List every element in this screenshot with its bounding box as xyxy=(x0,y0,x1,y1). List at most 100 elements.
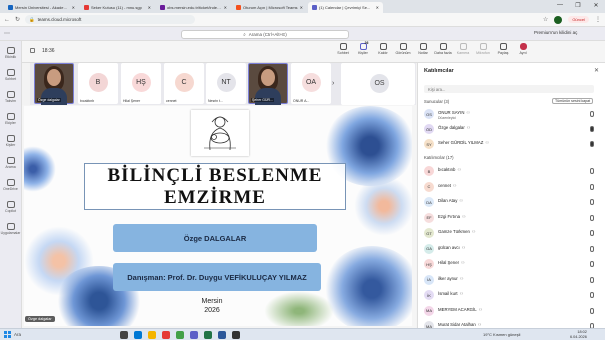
taskbar-clock[interactable]: 18:02 6.04.2026 xyxy=(570,330,587,340)
mic-off-icon[interactable] xyxy=(590,214,594,221)
attendees-section-label[interactable]: Katılımcılar (17) xyxy=(424,155,454,160)
rail-item-etkinlik[interactable]: Etkinlik xyxy=(0,43,21,63)
maximize-button[interactable]: ❐ xyxy=(569,0,587,10)
mic-off-icon[interactable] xyxy=(590,245,594,252)
tab-close-icon[interactable]: ✕ xyxy=(148,5,151,10)
participant-tile[interactable]: OA ONUR A... xyxy=(291,63,331,104)
participant-row[interactable]: DA Dilan Atay ⚇ xyxy=(418,195,605,210)
taskbar-app-icon[interactable] xyxy=(148,331,156,339)
minimize-button[interactable]: — xyxy=(551,0,569,10)
mic-off-icon[interactable] xyxy=(590,307,594,314)
teams-menu-icon[interactable]: ⋯ xyxy=(4,30,10,37)
tab-close-icon[interactable]: ✕ xyxy=(224,5,227,10)
update-button[interactable]: Güncel xyxy=(568,16,589,23)
taskbar-app-icon[interactable] xyxy=(176,331,184,339)
participant-tile[interactable]: Ccennet xyxy=(164,63,204,104)
participant-row[interactable]: Ccennet ⚇ xyxy=(418,180,605,195)
taskbar-app-icon[interactable] xyxy=(232,331,240,339)
back-icon[interactable]: ← xyxy=(4,17,10,23)
tab-close-icon[interactable]: ✕ xyxy=(300,5,303,10)
teams-search[interactable]: ⌕ Arama (Ctrl+Alt+E) xyxy=(181,30,349,39)
mic-off-icon[interactable] xyxy=(590,199,594,205)
participant-row[interactable]: GT Gamze Türkmen ⚇ xyxy=(418,226,605,241)
mic-off-icon[interactable] xyxy=(590,276,594,283)
weather-widget[interactable]: 19°C Kısmen güneşli xyxy=(483,332,520,337)
toolbar-kaldır-button[interactable]: Kaldır xyxy=(374,43,392,55)
participant-row[interactable]: İA ilker aynur ⚇ xyxy=(418,273,605,288)
microphone-icon[interactable] xyxy=(590,126,594,132)
participant-tile[interactable]: NT Nesrin t... xyxy=(206,63,246,104)
participant-tile[interactable]: Özge dalgalar xyxy=(34,63,74,105)
taskbar-app-icon[interactable] xyxy=(120,331,128,339)
toolbar-kişiler-button[interactable]: 26 Kişiler xyxy=(354,41,372,55)
participant-tile[interactable]: HŞ Hilal Şener xyxy=(121,63,161,104)
slide-title: BİLİNÇLİ BESLENME EMZİRME xyxy=(84,163,346,210)
rail-item-onedrive[interactable]: OneDrive xyxy=(0,175,21,195)
participant-row[interactable]: MA Murat Sidar Atalhan ⚇ xyxy=(418,319,605,328)
rail-item-ekipler[interactable]: Ekipler xyxy=(0,109,21,129)
profile-avatar[interactable] xyxy=(554,15,563,24)
browser-tab[interactable]: Oturum Açın | Microsoft Teams ✕ xyxy=(232,2,307,13)
taskbar-app-icon[interactable] xyxy=(134,331,142,339)
taskbar-app-icon[interactable] xyxy=(218,331,226,339)
participant-row[interactable]: Bbıcaktınb ⚇ xyxy=(418,164,605,179)
premium-button[interactable]: Premium'un kilidini aç xyxy=(534,30,577,35)
taskbar-app-icon[interactable] xyxy=(190,331,198,339)
participant-row[interactable]: ÖD Özge dalgalar ⚇ xyxy=(418,122,605,137)
close-icon[interactable]: ✕ xyxy=(594,67,599,74)
taskbar-search[interactable]: Ara xyxy=(14,332,21,337)
participant-tile-overflow[interactable]: OS xyxy=(341,63,415,105)
participant-row[interactable]: İK İsmail kurt ⚇ xyxy=(418,288,605,303)
mute-all-button[interactable]: Tümünün sesini kapat xyxy=(552,98,594,104)
microphone-icon[interactable] xyxy=(590,141,594,147)
participant-row[interactable]: EF Ezgi Fırtına ⚇ xyxy=(418,211,605,226)
taskbar-app-icon[interactable] xyxy=(162,331,170,339)
participant-row[interactable]: GA gülcan avcı ⚇ xyxy=(418,242,605,257)
rail-item-sohbet[interactable]: Sohbet xyxy=(0,65,21,85)
participant-tile[interactable]: Bbıcaktınb xyxy=(78,63,118,104)
rail-item-kişiler[interactable]: Kişiler xyxy=(0,131,21,151)
participant-row[interactable]: MA MERYEM ACARGİL ⚇ xyxy=(418,304,605,319)
browser-tab[interactable]: Mersin Üniversitesi - Akademik ✕ xyxy=(4,2,79,13)
toolbar-mikrofon-button[interactable]: Mikrofon xyxy=(474,43,492,55)
close-window-button[interactable]: ✕ xyxy=(587,0,605,10)
toolbar-ayrıl-button[interactable]: Ayrıl xyxy=(514,43,532,55)
browser-tab[interactable]: (1) Calendar | Çevrimiçi Se... ✕ xyxy=(308,2,383,13)
toolbar-notlar-button[interactable]: Notlar xyxy=(414,43,432,55)
browser-tab[interactable]: Seker Kutusu (11) - mnu.sgp ✕ xyxy=(80,2,155,13)
participant-row[interactable]: HŞ Hilal Şener ⚇ xyxy=(418,257,605,272)
participant-row[interactable]: OS ONUR SAYIN ⚇ Düzenleyici xyxy=(418,107,605,122)
participant-row[interactable]: SY Seher GÜRDİL YILMAZ ⚇ xyxy=(418,137,605,152)
more-icon[interactable]: ⋮ xyxy=(595,16,601,23)
rail-item-uygulamalar[interactable]: Uygulamalar xyxy=(0,219,21,239)
mic-off-icon[interactable] xyxy=(590,183,594,190)
rail-item-takvim[interactable]: Takvim xyxy=(0,87,21,107)
strip-next-icon[interactable]: › xyxy=(332,80,334,87)
tab-close-icon[interactable]: ✕ xyxy=(72,5,75,10)
toolbar-icon xyxy=(519,43,527,50)
mic-off-icon[interactable] xyxy=(590,168,594,174)
taskbar-app-icon[interactable] xyxy=(204,331,212,339)
tab-close-icon[interactable]: ✕ xyxy=(376,5,379,10)
browser-tab[interactable]: obs.mersin.edu.tr/ticket/index.ro ✕ xyxy=(156,2,231,13)
toolbar-paylaş-button[interactable]: Paylaş xyxy=(494,43,512,55)
participant-search-input[interactable]: Kişi ara... xyxy=(424,85,594,93)
grid-icon[interactable] xyxy=(30,48,35,53)
mic-off-icon[interactable] xyxy=(590,230,594,236)
mic-off-icon[interactable] xyxy=(590,261,594,267)
organizers-section-label[interactable]: Sunucular (3) xyxy=(424,99,449,104)
toolbar-görünüm-button[interactable]: Görünüm xyxy=(394,43,412,55)
toolbar-daha-fazla-button[interactable]: Daha fazla xyxy=(434,43,452,55)
mic-off-icon[interactable] xyxy=(590,111,594,117)
rail-item-arama[interactable]: Arama xyxy=(0,153,21,173)
rail-item-copilot[interactable]: Copilot xyxy=(0,197,21,217)
refresh-icon[interactable]: ↻ xyxy=(15,16,20,23)
mic-off-icon[interactable] xyxy=(590,292,594,298)
rail-item-label: Uygulamalar xyxy=(0,231,21,235)
start-button[interactable] xyxy=(4,331,11,338)
toolbar-sohbet-button[interactable]: Sohbet xyxy=(334,43,352,55)
star-icon[interactable]: ☆ xyxy=(543,16,548,23)
url-field[interactable]: 🔒 teams.cloud.microsoft xyxy=(25,15,196,24)
toolbar-kamera-button[interactable]: Kamera xyxy=(454,43,472,55)
participant-tile[interactable]: Şeher GÜR... xyxy=(248,63,288,105)
